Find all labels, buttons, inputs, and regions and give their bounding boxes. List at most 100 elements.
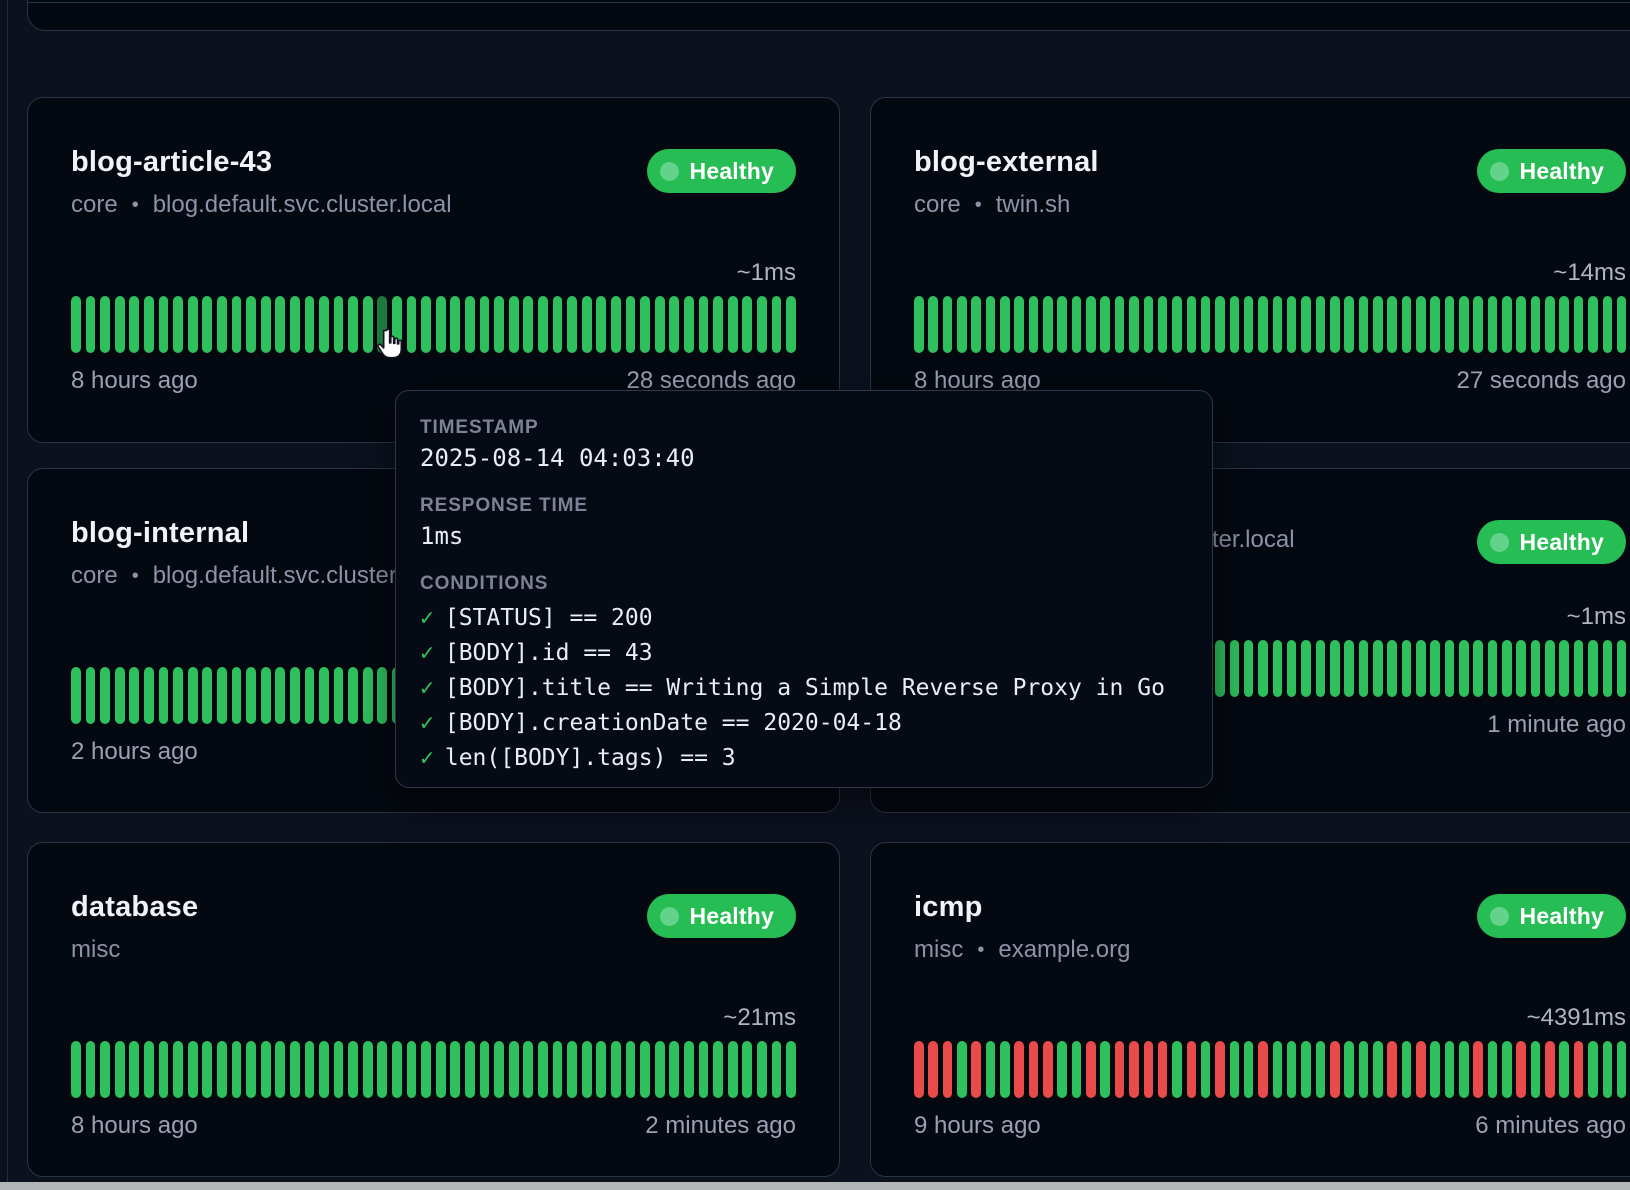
uptime-bar[interactable] (100, 667, 110, 724)
uptime-bar[interactable] (71, 667, 81, 724)
uptime-bar[interactable] (1057, 1041, 1067, 1098)
uptime-bar[interactable] (1187, 1041, 1197, 1098)
uptime-bar[interactable] (1459, 296, 1469, 353)
uptime-bar[interactable] (1502, 1041, 1512, 1098)
uptime-bar[interactable] (1115, 1041, 1125, 1098)
uptime-bar[interactable] (1258, 296, 1268, 353)
uptime-bar[interactable] (1057, 296, 1067, 353)
uptime-bar[interactable] (232, 1041, 242, 1098)
uptime-bar[interactable] (1100, 1041, 1110, 1098)
uptime-bar[interactable] (1330, 296, 1340, 353)
uptime-bar[interactable] (1488, 296, 1498, 353)
uptime-bar[interactable] (713, 296, 723, 353)
uptime-bar[interactable] (596, 296, 606, 353)
uptime-bar[interactable] (728, 296, 738, 353)
uptime-bar[interactable] (1201, 1041, 1211, 1098)
uptime-bar[interactable] (261, 296, 271, 353)
uptime-bar[interactable] (275, 1041, 285, 1098)
uptime-bar[interactable] (971, 296, 981, 353)
uptime-bar[interactable] (1230, 640, 1240, 697)
uptime-bar[interactable] (1043, 1041, 1053, 1098)
uptime-bar[interactable] (538, 296, 548, 353)
uptime-bar[interactable] (1416, 296, 1426, 353)
uptime-bar[interactable] (1488, 640, 1498, 697)
uptime-bar[interactable] (1301, 640, 1311, 697)
uptime-bar[interactable] (669, 296, 679, 353)
uptime-bar[interactable] (1488, 1041, 1498, 1098)
uptime-bar[interactable] (1244, 640, 1254, 697)
uptime-bar[interactable] (202, 1041, 212, 1098)
uptime-bar[interactable] (392, 1041, 402, 1098)
uptime-bar[interactable] (159, 667, 169, 724)
uptime-bar[interactable] (348, 1041, 358, 1098)
uptime-bar[interactable] (377, 667, 387, 724)
uptime-bar[interactable] (261, 1041, 271, 1098)
uptime-bar[interactable] (232, 296, 242, 353)
uptime-bar[interactable] (159, 296, 169, 353)
uptime-bar[interactable] (334, 296, 344, 353)
uptime-bar[interactable] (1316, 1041, 1326, 1098)
uptime-bar[interactable] (1430, 1041, 1440, 1098)
uptime-bar[interactable] (1588, 296, 1598, 353)
uptime-bar[interactable] (115, 667, 125, 724)
uptime-bar[interactable] (1100, 296, 1110, 353)
uptime-bar[interactable] (334, 667, 344, 724)
uptime-bar[interactable] (1115, 296, 1125, 353)
uptime-bar[interactable] (684, 1041, 694, 1098)
uptime-bar[interactable] (1445, 296, 1455, 353)
uptime-bar[interactable] (1402, 640, 1412, 697)
uptime-bar[interactable] (655, 1041, 665, 1098)
uptime-bar[interactable] (626, 1041, 636, 1098)
uptime-bar[interactable] (275, 667, 285, 724)
uptime-bar[interactable] (202, 667, 212, 724)
uptime-bar[interactable] (1603, 640, 1613, 697)
uptime-bar[interactable] (742, 1041, 752, 1098)
uptime-bar[interactable] (232, 667, 242, 724)
uptime-bar[interactable] (377, 1041, 387, 1098)
uptime-bar[interactable] (1559, 296, 1569, 353)
uptime-bar[interactable] (1201, 296, 1211, 353)
uptime-bar[interactable] (1359, 640, 1369, 697)
uptime-bar[interactable] (713, 1041, 723, 1098)
uptime-bar[interactable] (1373, 640, 1383, 697)
uptime-bar[interactable] (246, 667, 256, 724)
uptime-bar[interactable] (553, 296, 563, 353)
uptime-bar[interactable] (1273, 640, 1283, 697)
uptime-bar[interactable] (100, 1041, 110, 1098)
uptime-bar[interactable] (1516, 296, 1526, 353)
uptime-bar[interactable] (596, 1041, 606, 1098)
uptime-bar[interactable] (1430, 640, 1440, 697)
uptime-bar[interactable] (159, 1041, 169, 1098)
uptime-bar[interactable] (100, 296, 110, 353)
uptime-bar[interactable] (363, 1041, 373, 1098)
uptime-bar[interactable] (1516, 1041, 1526, 1098)
uptime-bar[interactable] (1603, 296, 1613, 353)
service-card-database[interactable]: database misc • Healthy ~21ms 8 hours ag… (27, 842, 840, 1177)
uptime-bar[interactable] (1316, 296, 1326, 353)
uptime-bar[interactable] (1344, 640, 1354, 697)
uptime-bar[interactable] (436, 1041, 446, 1098)
uptime-bar[interactable] (626, 296, 636, 353)
uptime-bar[interactable] (1402, 1041, 1412, 1098)
uptime-bar[interactable] (1430, 296, 1440, 353)
uptime-bar[interactable] (1014, 296, 1024, 353)
uptime-bar[interactable] (943, 296, 953, 353)
uptime-bar[interactable] (772, 296, 782, 353)
uptime-bar[interactable] (786, 296, 796, 353)
uptime-bar[interactable] (188, 296, 198, 353)
uptime-bar[interactable] (407, 296, 417, 353)
uptime-bar[interactable] (1215, 1041, 1225, 1098)
uptime-bar[interactable] (188, 667, 198, 724)
uptime-bar[interactable] (538, 1041, 548, 1098)
uptime-bar[interactable] (290, 667, 300, 724)
uptime-bar[interactable] (144, 1041, 154, 1098)
uptime-bar[interactable] (943, 1041, 953, 1098)
uptime-bar[interactable] (986, 1041, 996, 1098)
uptime-bar[interactable] (640, 1041, 650, 1098)
uptime-bar[interactable] (465, 296, 475, 353)
uptime-bar[interactable] (450, 296, 460, 353)
uptime-bar[interactable] (275, 296, 285, 353)
uptime-bar[interactable] (1301, 1041, 1311, 1098)
uptime-bar[interactable] (1230, 1041, 1240, 1098)
uptime-bars[interactable] (71, 296, 796, 353)
